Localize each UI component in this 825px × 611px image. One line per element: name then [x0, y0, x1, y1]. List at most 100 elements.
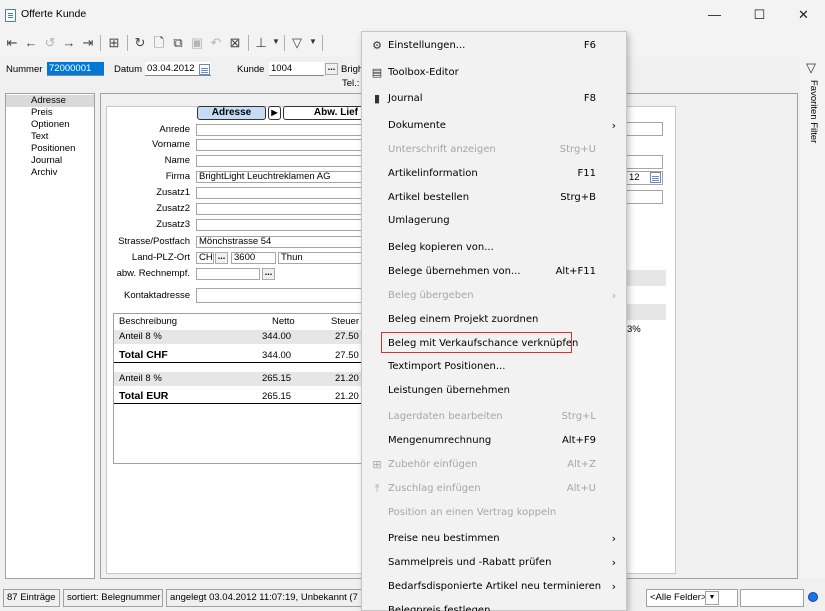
menu-item-shortcut: Alt+Z: [567, 459, 596, 470]
name-field[interactable]: [196, 155, 362, 167]
toolbar-separator: [322, 35, 323, 51]
menu-item-label: Bedarfsdisponierte Artikel neu terminier…: [388, 581, 602, 592]
sidebar-item-positionen[interactable]: Positionen: [6, 143, 94, 155]
calendar-icon[interactable]: [199, 64, 210, 75]
sidebar-item-adresse[interactable]: Adresse: [6, 95, 94, 107]
undo-icon[interactable]: ↶: [208, 33, 224, 53]
menu-item[interactable]: Textimport Positionen...: [362, 355, 626, 379]
calendar-icon[interactable]: [650, 172, 661, 183]
kontaktadresse-field[interactable]: [196, 288, 362, 303]
zusatz3-field[interactable]: [196, 219, 362, 231]
forward-arrow-icon[interactable]: →: [61, 33, 77, 53]
pin-icon[interactable]: ⊥: [253, 33, 269, 53]
kunde-field[interactable]: 1004: [269, 62, 324, 76]
save-icon[interactable]: ▣: [189, 33, 205, 53]
menu-item-shortcut: F8: [583, 93, 596, 104]
table-view-icon[interactable]: ⊞: [106, 33, 122, 53]
sidebar-item-journal[interactable]: Journal: [6, 155, 94, 167]
tab-arrow-icon[interactable]: ▶: [268, 106, 281, 120]
menu-item[interactable]: ⚙ Einstellungen... F6: [362, 34, 626, 58]
delete-document-icon[interactable]: ⊠: [227, 33, 243, 53]
menu-item[interactable]: Belegpreis festlegen: [362, 599, 626, 611]
filter-dropdown-icon[interactable]: ▼: [309, 37, 317, 46]
filter-field-select[interactable]: <Alle Felder>: [646, 589, 738, 607]
new-document-icon[interactable]: 🗋: [151, 33, 167, 53]
add-accessory-icon: ⊞: [372, 458, 382, 471]
tab-abw-lief[interactable]: Abw. Lief: [283, 106, 363, 120]
strasse-field[interactable]: Mönchstrasse 54: [196, 236, 362, 248]
chevron-down-icon[interactable]: ▼: [705, 591, 719, 605]
right-field-3[interactable]: [626, 190, 663, 204]
menu-item-label: Zubehör einfügen: [388, 459, 478, 470]
table-row[interactable]: Total EUR 265.15 21.20: [114, 390, 362, 404]
maximize-button[interactable]: ☐: [737, 0, 782, 30]
table-row[interactable]: Anteil 8 % 344.00 27.50: [114, 330, 362, 344]
menu-item[interactable]: ▤ Toolbox-Editor: [362, 61, 626, 85]
journal-icon: ▮: [373, 92, 381, 105]
menu-item[interactable]: Bedarfsdisponierte Artikel neu terminier…: [362, 575, 626, 599]
menu-item-shortcut: Alt+F9: [561, 435, 596, 446]
firma-field[interactable]: BrightLight Leuchtreklamen AG: [196, 171, 362, 183]
app-document-icon: [5, 9, 16, 22]
close-button[interactable]: ✕: [781, 0, 825, 30]
sidebar-item-preis[interactable]: Preis: [6, 107, 94, 119]
right-field-2[interactable]: [626, 155, 663, 169]
cell-steuer: 27.50: [335, 350, 359, 361]
menu-item[interactable]: Beleg einem Projekt zuordnen: [362, 308, 626, 332]
menu-item[interactable]: ▮ Journal F8: [362, 87, 626, 111]
land-lookup-button[interactable]: ...: [215, 252, 228, 264]
zusatz2-field[interactable]: [196, 203, 362, 215]
status-indicator-icon: [808, 592, 818, 602]
menu-item[interactable]: Mengenumrechnung Alt+F9: [362, 429, 626, 453]
land-field[interactable]: CH: [196, 252, 214, 264]
sidebar-item-text[interactable]: Text: [6, 131, 94, 143]
highlight-frame: [381, 332, 572, 353]
last-record-icon[interactable]: ⇥: [80, 33, 96, 53]
menu-item-label: Lagerdaten bearbeiten: [388, 411, 503, 422]
filter-icon[interactable]: ▽: [289, 33, 305, 53]
copy-icon[interactable]: ⧉: [170, 33, 186, 53]
plz-field[interactable]: 3600: [231, 252, 276, 264]
abw-rechnempf-field[interactable]: [196, 268, 260, 280]
menu-item-shortcut: F11: [577, 168, 596, 179]
minimize-button[interactable]: —: [692, 0, 737, 30]
menu-item[interactable]: Beleg kopieren von...: [362, 236, 626, 260]
kunde-lookup-button[interactable]: ...: [325, 63, 338, 75]
refresh-icon[interactable]: ↻: [132, 33, 148, 53]
tab-adresse[interactable]: Adresse: [197, 106, 266, 120]
abw-rechnempf-lookup-button[interactable]: ...: [262, 268, 275, 280]
header-beschreibung: Beschreibung: [119, 316, 178, 327]
toolbar-separator: [284, 35, 285, 51]
vorname-label: Vorname: [151, 139, 190, 150]
anrede-field[interactable]: [196, 124, 362, 136]
header-netto: Netto: [272, 316, 295, 327]
zusatz1-field[interactable]: [196, 187, 362, 199]
header-steuer: Steuer: [331, 316, 359, 327]
table-row[interactable]: Total CHF 344.00 27.50: [114, 349, 362, 363]
sidebar-item-optionen[interactable]: Optionen: [6, 119, 94, 131]
strasse-label: Strasse/Postfach: [118, 236, 190, 247]
menu-item[interactable]: Umlagerung: [362, 209, 626, 233]
menu-item[interactable]: Artikelinformation F11: [362, 162, 626, 186]
back-arrow-icon[interactable]: ←: [23, 33, 39, 53]
menu-item[interactable]: Belege übernehmen von... Alt+F11: [362, 260, 626, 284]
ort-field[interactable]: Thun: [278, 252, 362, 264]
history-icon[interactable]: ↺: [42, 33, 58, 53]
vorname-field[interactable]: [196, 139, 362, 151]
menu-item[interactable]: Preise neu bestimmen ›: [362, 527, 626, 551]
table-row[interactable]: Anteil 8 % 265.15 21.20: [114, 372, 362, 386]
funnel-icon[interactable]: ▽: [806, 60, 816, 76]
filter-value-input[interactable]: [740, 589, 804, 607]
first-record-icon[interactable]: ⇤: [4, 33, 20, 53]
menu-item[interactable]: Dokumente ›: [362, 114, 626, 138]
kontaktadresse-label: Kontaktadresse: [123, 290, 190, 301]
menu-item[interactable]: Leistungen übernehmen: [362, 379, 626, 403]
menu-item[interactable]: Sammelpreis und -Rabatt prüfen ›: [362, 551, 626, 575]
menu-item[interactable]: Artikel bestellen Strg+B: [362, 186, 626, 210]
right-field-1[interactable]: [626, 122, 663, 136]
favorites-filter-label[interactable]: Favoriten Filter: [808, 80, 819, 143]
sidebar-item-archiv[interactable]: Archiv: [6, 167, 94, 179]
menu-item-label: Beleg übergeben: [388, 290, 474, 301]
pin-dropdown-icon[interactable]: ▼: [272, 37, 280, 46]
nummer-field[interactable]: 72000001: [47, 62, 104, 76]
